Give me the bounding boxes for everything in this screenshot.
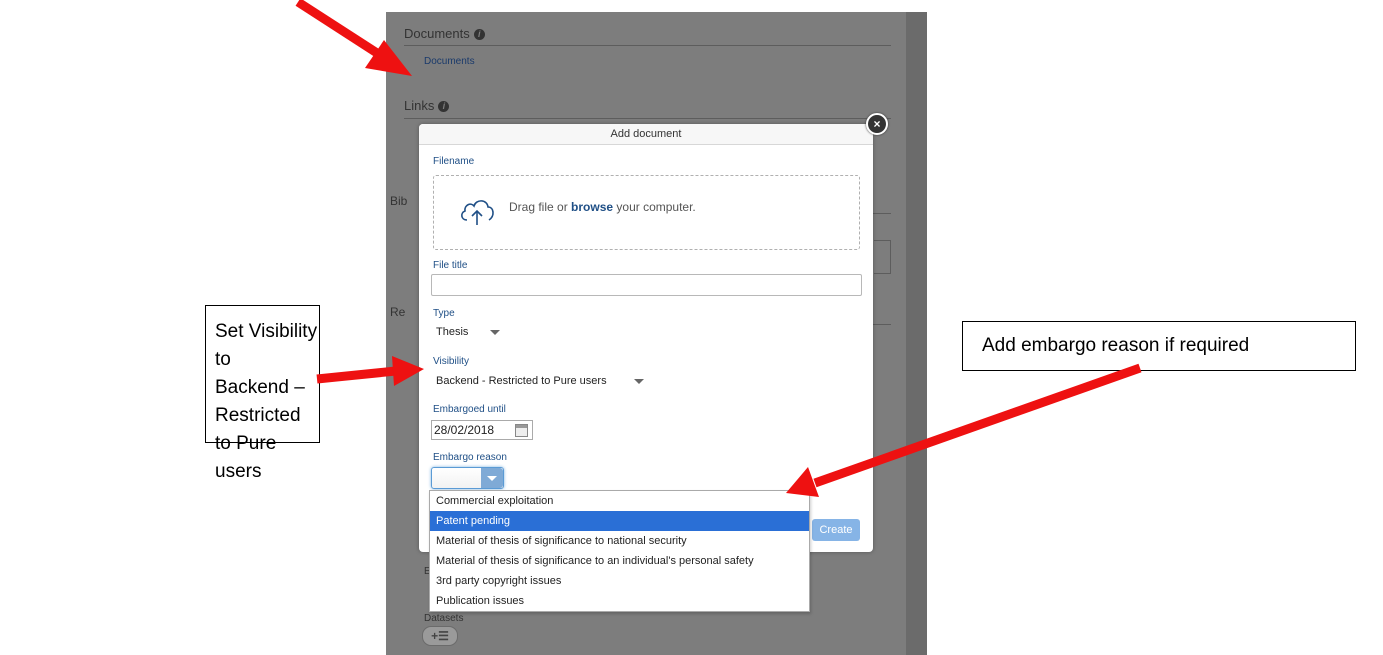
arrow-to-visibility [316, 356, 424, 386]
arrow-to-documents [295, 0, 412, 76]
arrow-to-embargo-reason [786, 363, 1142, 497]
annotation-arrows [295, 0, 1142, 497]
